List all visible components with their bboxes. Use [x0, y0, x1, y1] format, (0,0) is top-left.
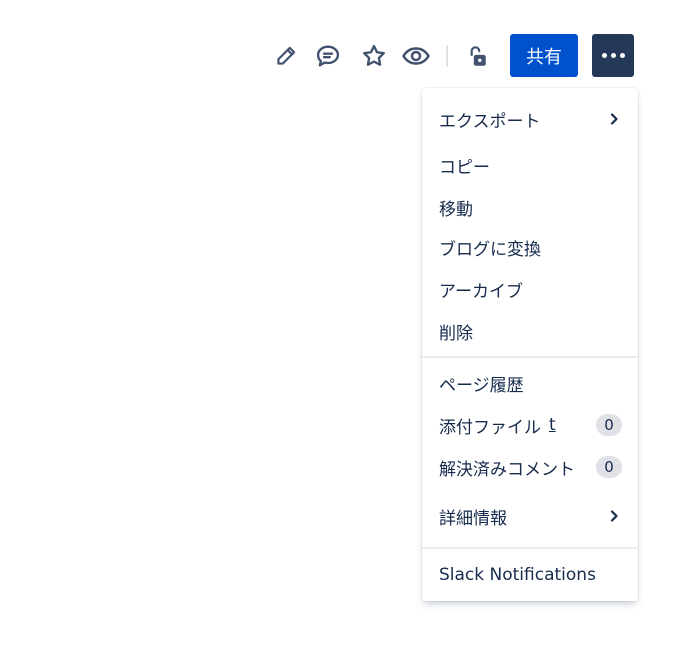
menu-item-slack-notifications[interactable]: Slack Notifications	[422, 556, 638, 594]
menu-item-label: Slack Notifications	[439, 565, 596, 585]
share-button[interactable]: 共有	[510, 34, 578, 77]
menu-item-label: エクスポート	[439, 111, 541, 132]
star-icon[interactable]	[358, 40, 390, 72]
more-actions-button[interactable]	[592, 34, 634, 77]
menu-item-delete[interactable]: 削除	[422, 312, 638, 350]
menu-item-page-history[interactable]: ページ履歴	[422, 364, 638, 402]
menu-item-label: 移動	[439, 199, 473, 220]
menu-item-label: ブログに変換	[439, 239, 541, 260]
menu-item-resolved-comments[interactable]: 解決済みコメント 0	[422, 448, 638, 486]
menu-item-archive[interactable]: アーカイブ	[422, 270, 638, 308]
keyboard-shortcut: t	[549, 415, 556, 435]
unlocked-padlock-icon[interactable]	[460, 40, 492, 72]
eye-icon[interactable]	[400, 40, 432, 72]
toolbar-divider	[446, 45, 448, 67]
menu-separator	[422, 356, 638, 358]
more-actions-menu: エクスポート コピー 移動 ブログに変換 アーカイブ 削除 ページ履歴 添付ファ…	[422, 88, 638, 601]
menu-item-label: 削除	[439, 323, 473, 344]
menu-item-label: コピー	[439, 157, 490, 178]
menu-item-attachments[interactable]: 添付ファイル t 0	[422, 406, 638, 444]
menu-item-export[interactable]: エクスポート	[422, 100, 638, 138]
comment-icon[interactable]	[312, 40, 344, 72]
pencil-icon[interactable]	[270, 40, 302, 72]
count-badge: 0	[596, 414, 622, 436]
menu-item-label: 解決済みコメント	[439, 459, 575, 480]
count-badge: 0	[596, 456, 622, 478]
menu-separator	[422, 547, 638, 549]
menu-item-label: アーカイブ	[439, 281, 523, 302]
menu-item-label: 添付ファイル	[439, 417, 541, 438]
menu-item-convert-to-blog[interactable]: ブログに変換	[422, 228, 638, 266]
menu-item-details[interactable]: 詳細情報	[422, 497, 638, 535]
menu-item-copy[interactable]: コピー	[422, 146, 638, 184]
chevron-right-icon	[610, 510, 618, 522]
menu-item-label: 詳細情報	[439, 508, 507, 529]
chevron-right-icon	[610, 113, 618, 125]
menu-item-label: ページ履歴	[439, 375, 524, 396]
more-horizontal-icon	[601, 53, 625, 58]
menu-item-move[interactable]: 移動	[422, 188, 638, 226]
